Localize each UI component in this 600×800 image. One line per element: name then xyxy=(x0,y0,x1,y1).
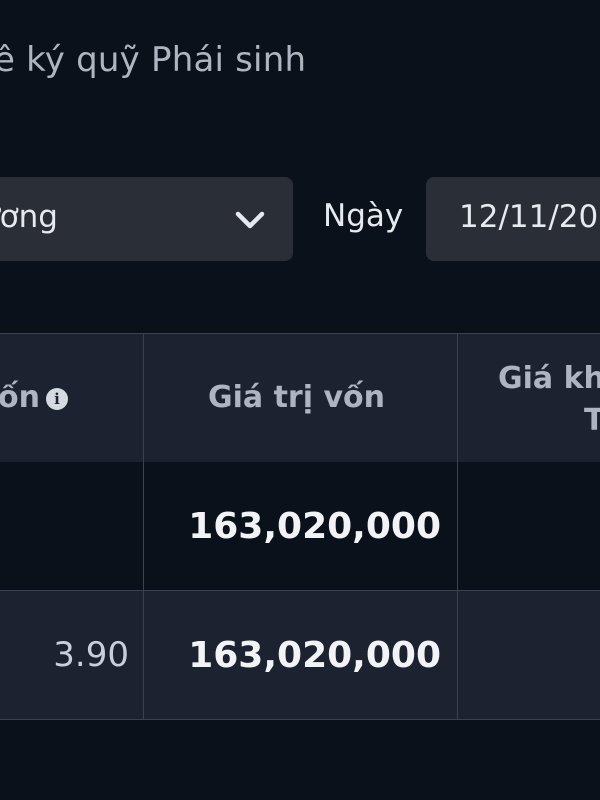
header-cell-price: Giá kh T xyxy=(457,334,600,462)
header-cell-capital-ratio: ốn i xyxy=(0,334,143,462)
account-select[interactable]: ương xyxy=(0,177,293,261)
date-input-value: 12/11/20 xyxy=(459,199,599,235)
header-price-label-line1: Giá kh xyxy=(498,361,600,396)
row2-cell-capital-ratio: 3.90 xyxy=(0,591,143,719)
row1-cell-price xyxy=(457,462,600,590)
row2-cell-capital-value: 163,020,000 xyxy=(143,591,457,719)
date-input[interactable]: 12/11/20 xyxy=(426,177,600,261)
row2-capital-value: 163,020,000 xyxy=(188,635,441,676)
margin-table: ốn i Giá trị vốn Giá kh T 163,020,000 xyxy=(0,333,600,720)
table-row: 163,020,000 xyxy=(0,462,600,591)
page: ê ký quỹ Phái sinh ương Ngày 12/11/20 ốn… xyxy=(0,0,600,800)
table-row: 3.90 163,020,000 xyxy=(0,591,600,720)
header-price-label-line2: T xyxy=(584,403,600,438)
row2-cell-price xyxy=(457,591,600,719)
row1-capital-value: 163,020,000 xyxy=(188,506,441,547)
account-select-value: ương xyxy=(0,199,58,235)
page-title: ê ký quỹ Phái sinh xyxy=(0,40,307,80)
header-capital-ratio-label: ốn xyxy=(0,380,40,415)
row1-cell-capital-value: 163,020,000 xyxy=(143,462,457,590)
header-capital-value-label: Giá trị vốn xyxy=(208,380,385,415)
header-cell-capital-value: Giá trị vốn xyxy=(143,334,457,462)
table-header-row: ốn i Giá trị vốn Giá kh T xyxy=(0,333,600,463)
info-icon[interactable]: i xyxy=(46,388,68,410)
chevron-down-icon xyxy=(235,211,265,229)
row2-capital-ratio: 3.90 xyxy=(53,635,129,675)
date-label: Ngày xyxy=(323,198,404,234)
row1-cell-capital-ratio xyxy=(0,462,143,590)
